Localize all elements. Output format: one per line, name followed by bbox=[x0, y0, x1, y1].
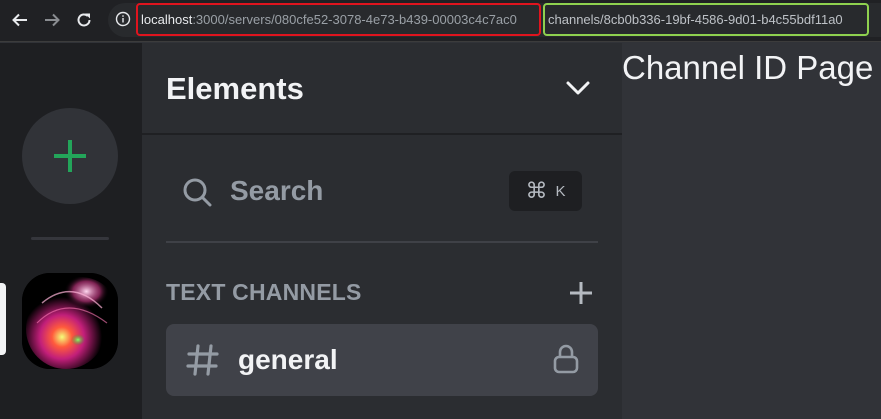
hash-icon bbox=[186, 344, 219, 376]
rail-divider bbox=[31, 237, 109, 240]
channel-name: general bbox=[238, 344, 338, 375]
url-server-path: :3000/servers/080cfe52-3078-4e73-b439-00… bbox=[192, 12, 517, 27]
forward-button[interactable] bbox=[39, 7, 65, 33]
server-icon[interactable] bbox=[22, 273, 118, 369]
channel-item-general[interactable]: general bbox=[166, 324, 598, 396]
channel-sidebar: Elements Search ⌘ K TEXT CHANNELS genera… bbox=[142, 43, 622, 419]
command-key-icon: ⌘ bbox=[525, 178, 548, 203]
lock-icon bbox=[553, 344, 579, 374]
page-label: Channel ID Page bbox=[622, 49, 874, 86]
search-button[interactable]: Search ⌘ K bbox=[166, 153, 598, 233]
url-server-segment: localhost:3000/servers/080cfe52-3078-4e7… bbox=[136, 3, 541, 36]
create-channel-plus-icon[interactable] bbox=[568, 280, 594, 306]
server-name: Elements bbox=[166, 71, 304, 106]
server-header[interactable]: Elements bbox=[142, 43, 622, 135]
keyboard-shortcut-badge: ⌘ K bbox=[509, 171, 582, 211]
back-button[interactable] bbox=[7, 7, 33, 33]
chevron-down-icon[interactable] bbox=[564, 77, 592, 99]
reload-icon bbox=[77, 13, 91, 27]
search-label: Search bbox=[230, 175, 324, 206]
reload-button[interactable] bbox=[71, 7, 97, 33]
shortcut-key: K bbox=[555, 182, 566, 200]
back-arrow-icon bbox=[12, 13, 27, 27]
server-avatar-image bbox=[22, 273, 118, 369]
server-rail bbox=[0, 43, 142, 419]
plus-icon bbox=[54, 140, 86, 172]
add-server-button[interactable] bbox=[22, 108, 118, 204]
category-label: TEXT CHANNELS bbox=[166, 279, 362, 305]
site-info-icon[interactable] bbox=[115, 11, 131, 27]
url-channel-segment: channels/8cb0b336-19bf-4586-9d01-b4c55bd… bbox=[543, 3, 869, 36]
url-host: localhost bbox=[141, 12, 193, 27]
url-channel-path: channels/8cb0b336-19bf-4586-9d01-b4c55bd… bbox=[548, 12, 843, 27]
main-content: Channel ID Page bbox=[622, 43, 881, 419]
search-icon bbox=[183, 178, 212, 207]
forward-arrow-icon bbox=[45, 13, 60, 27]
browser-toolbar: localhost:3000/servers/080cfe52-3078-4e7… bbox=[0, 0, 881, 42]
active-server-indicator bbox=[0, 283, 6, 355]
search-divider bbox=[166, 241, 598, 243]
